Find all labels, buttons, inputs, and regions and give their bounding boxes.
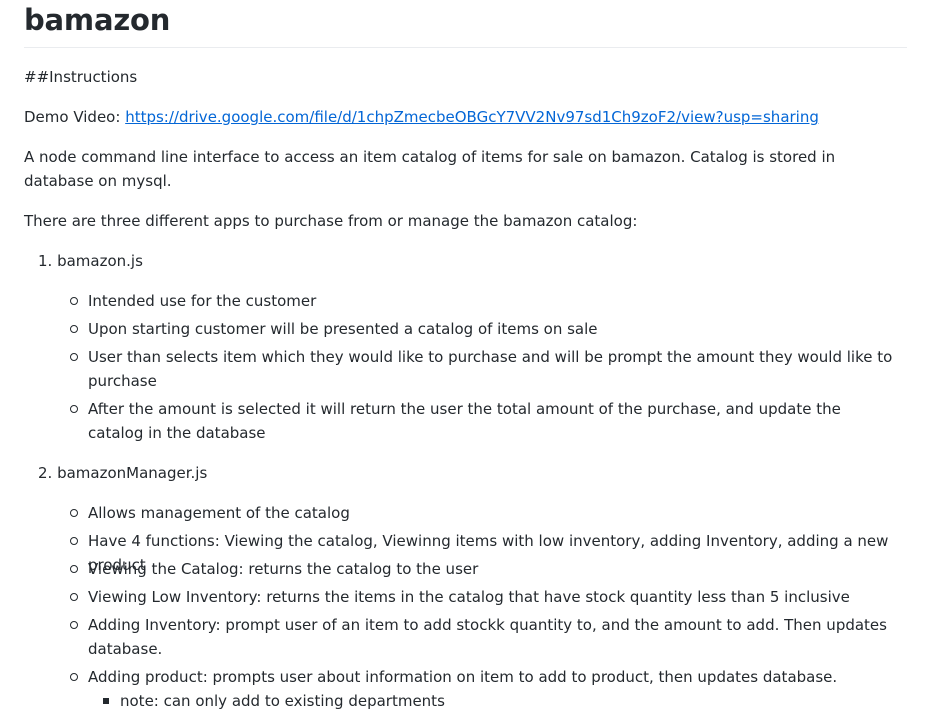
- app-name: bamazon.js: [57, 252, 143, 270]
- circle-bullet-icon: [70, 565, 78, 573]
- circle-bullet-icon: [70, 353, 78, 361]
- list-item: User than selects item which they would …: [70, 345, 900, 393]
- list-item-text: After the amount is selected it will ret…: [88, 400, 841, 442]
- list-item: Intended use for the customer: [70, 289, 900, 313]
- list-item-text: Allows management of the catalog: [88, 504, 350, 522]
- readme-content: bamazon ##Instructions Demo Video: https…: [0, 0, 928, 710]
- list-item-text: Adding product: prompts user about infor…: [88, 668, 838, 686]
- list-item: Upon starting customer will be presented…: [70, 317, 900, 341]
- list-item: Allows management of the catalog: [70, 501, 900, 525]
- square-bullet-icon: [103, 698, 109, 704]
- app-list-item-bamazon: 1. bamazon.js: [38, 249, 143, 273]
- sub-list-item-text: note: can only add to existing departmen…: [120, 692, 445, 710]
- circle-bullet-icon: [70, 509, 78, 517]
- app-name: bamazonManager.js: [57, 464, 208, 482]
- list-item-text: Intended use for the customer: [88, 292, 317, 310]
- circle-bullet-icon: [70, 325, 78, 333]
- sub-list-item: note: can only add to existing departmen…: [103, 689, 445, 713]
- demo-video-line: Demo Video: https://drive.google.com/fil…: [24, 105, 819, 129]
- app-number: 2.: [38, 464, 53, 482]
- apps-intro-paragraph: There are three different apps to purcha…: [24, 212, 638, 230]
- circle-bullet-icon: [70, 537, 78, 545]
- list-item: Viewing Low Inventory: returns the items…: [70, 585, 900, 609]
- circle-bullet-icon: [70, 673, 78, 681]
- app-number: 1.: [38, 252, 53, 270]
- app-list-item-bamazon-manager: 2. bamazonManager.js: [38, 461, 207, 485]
- circle-bullet-icon: [70, 405, 78, 413]
- list-item: Adding Inventory: prompt user of an item…: [70, 613, 900, 661]
- circle-bullet-icon: [70, 621, 78, 629]
- list-item-text: Viewing the Catalog: returns the catalog…: [88, 560, 479, 578]
- demo-video-link[interactable]: https://drive.google.com/file/d/1chpZmec…: [125, 108, 819, 126]
- list-item-text: User than selects item which they would …: [88, 348, 893, 390]
- list-item-text: Upon starting customer will be presented…: [88, 320, 598, 338]
- list-item-text: Viewing Low Inventory: returns the items…: [88, 588, 850, 606]
- page-title: bamazon: [24, 3, 171, 37]
- demo-video-label: Demo Video:: [24, 108, 126, 126]
- title-divider: [24, 47, 907, 48]
- instructions-heading: ##Instructions: [24, 68, 138, 86]
- circle-bullet-icon: [70, 593, 78, 601]
- list-item: After the amount is selected it will ret…: [70, 397, 900, 445]
- circle-bullet-icon: [70, 297, 78, 305]
- list-item: Adding product: prompts user about infor…: [70, 665, 900, 689]
- intro-paragraph: A node command line interface to access …: [24, 148, 836, 190]
- list-item-text: Adding Inventory: prompt user of an item…: [88, 616, 887, 658]
- list-item: Viewing the Catalog: returns the catalog…: [70, 557, 900, 581]
